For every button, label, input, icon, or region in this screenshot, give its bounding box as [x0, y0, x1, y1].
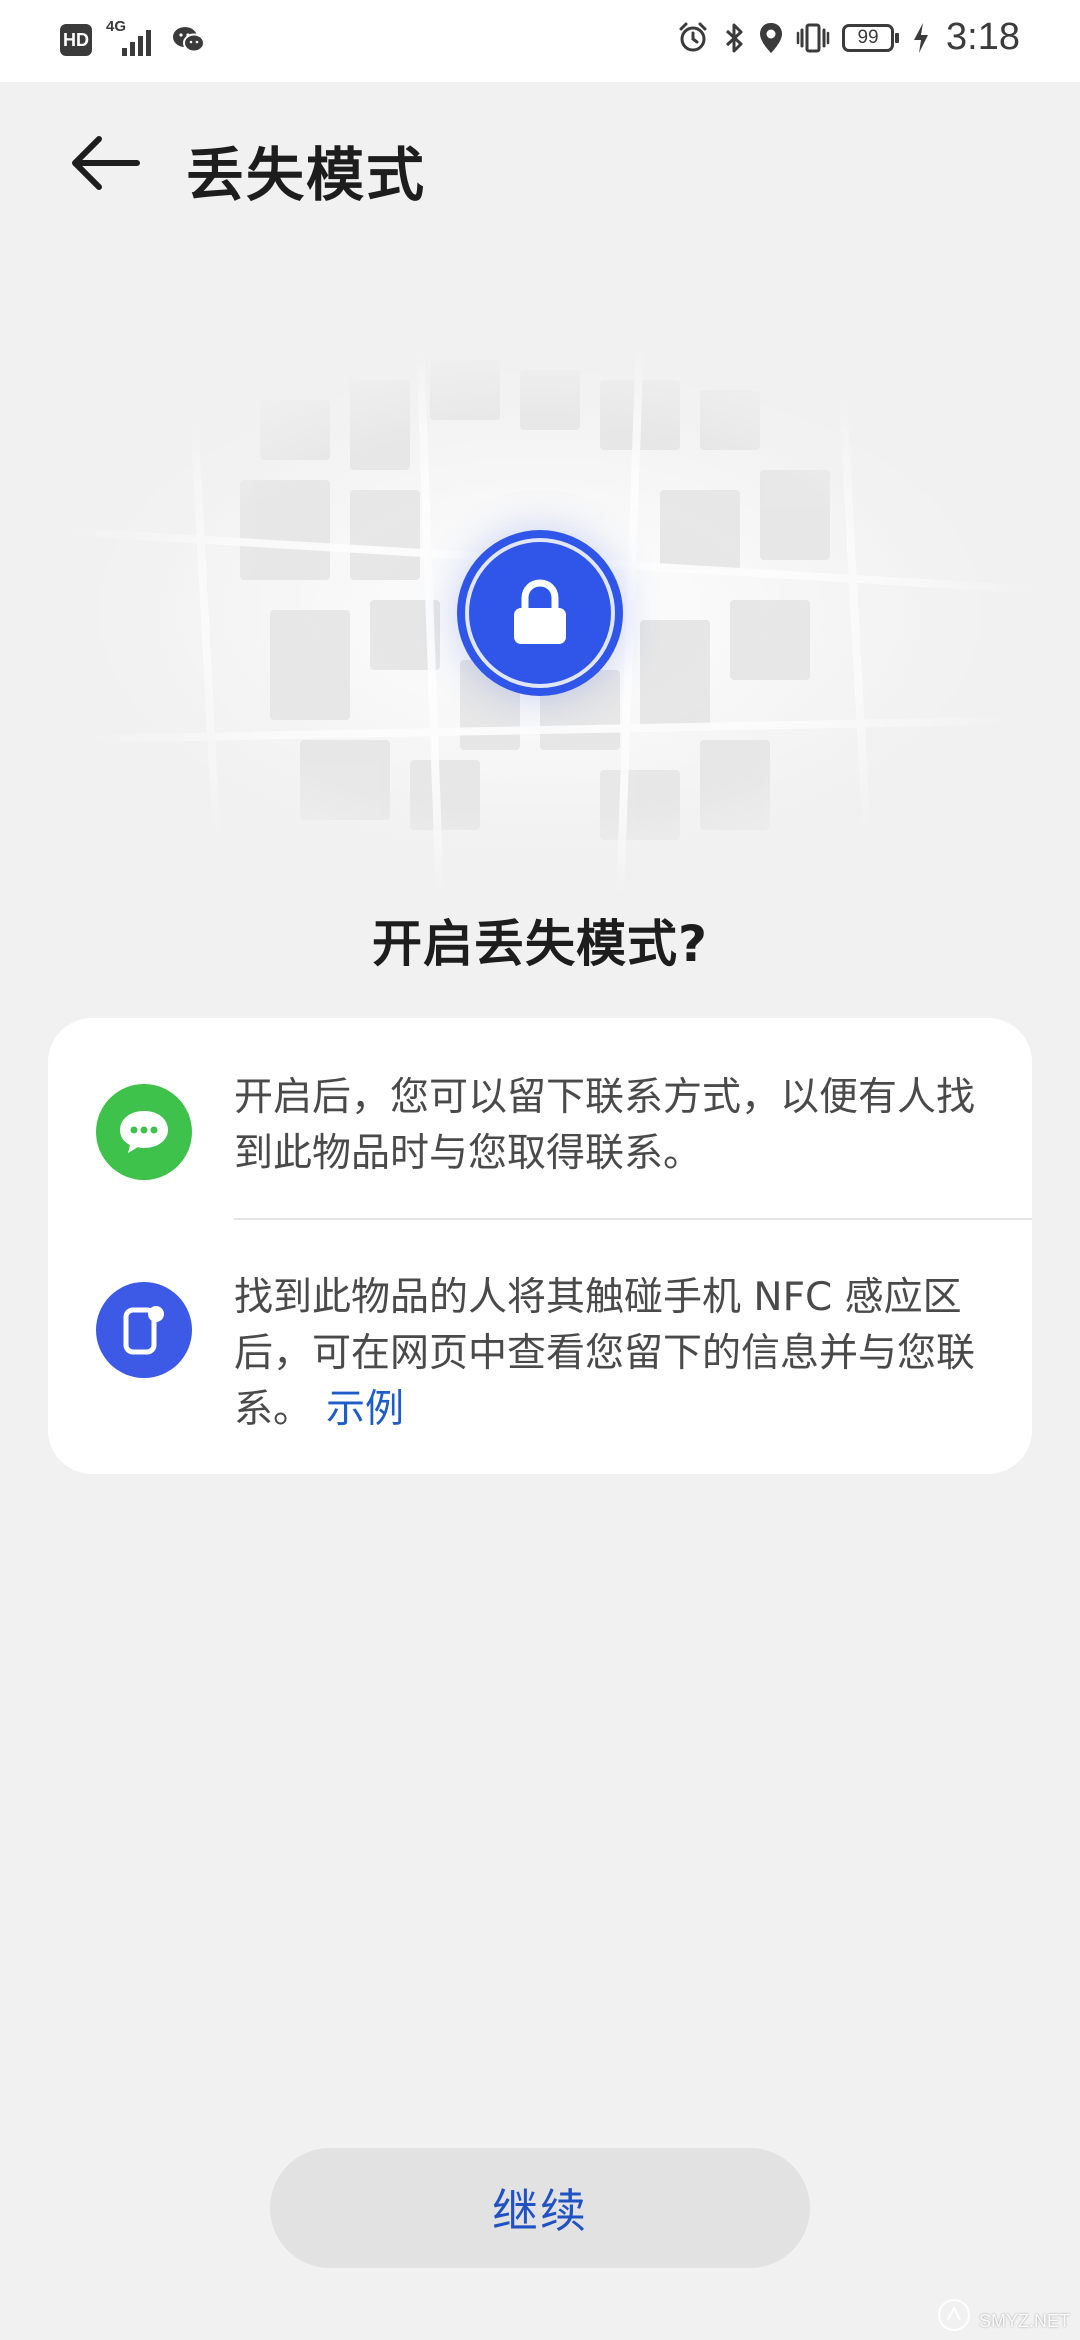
signal-bars-icon: [122, 30, 151, 56]
watermark-logo-icon: [937, 2299, 970, 2331]
message-bubble-icon: [96, 1084, 192, 1180]
lock-badge: [457, 530, 623, 696]
info-card: 开启后，您可以留下联系方式，以便有人找到此物品时与您取得联系。 找到此物品的人将…: [48, 1018, 1032, 1474]
status-bar: HD 4G 99 3:18: [0, 0, 1080, 82]
nfc-phone-icon: [96, 1282, 192, 1378]
watermark-text: SMYZ.NET: [978, 2311, 1070, 2331]
battery-indicator: 99: [842, 23, 900, 52]
vibrate-icon: [796, 23, 830, 52]
charging-icon: [914, 22, 929, 53]
nfc-phone-glyph: [123, 1306, 164, 1355]
clock: 3:18: [946, 16, 1020, 58]
question-heading: 开启丢失模式?: [371, 915, 708, 973]
back-arrow-icon: [72, 136, 140, 190]
back-button[interactable]: [60, 118, 150, 208]
info-text-contact: 开启后，您可以留下联系方式，以便有人找到此物品时与您取得联系。: [234, 1075, 976, 1176]
message-bubble-glyph: [120, 1111, 168, 1153]
lock-icon: [514, 579, 566, 644]
alarm-icon: [679, 22, 707, 51]
bluetooth-icon: [726, 23, 743, 52]
hd-badge: HD: [60, 24, 92, 56]
wechat-icon: [173, 27, 205, 53]
page-title: 丢失模式: [186, 141, 427, 209]
info-text-nfc: 找到此物品的人将其触碰手机 NFC 感应区后，可在网页中查看您留下的信息并与您联…: [234, 1270, 994, 1438]
example-link[interactable]: 示例: [326, 1387, 404, 1432]
location-icon: [760, 22, 783, 53]
cellular-signal: 4G: [106, 18, 158, 58]
continue-button[interactable]: 继续: [270, 2148, 810, 2268]
watermark: SMYZ.NET: [937, 2298, 1070, 2332]
divider: [234, 1218, 1032, 1220]
status-left: HD 4G: [60, 18, 206, 58]
status-right: 99 3:18: [676, 16, 1020, 59]
